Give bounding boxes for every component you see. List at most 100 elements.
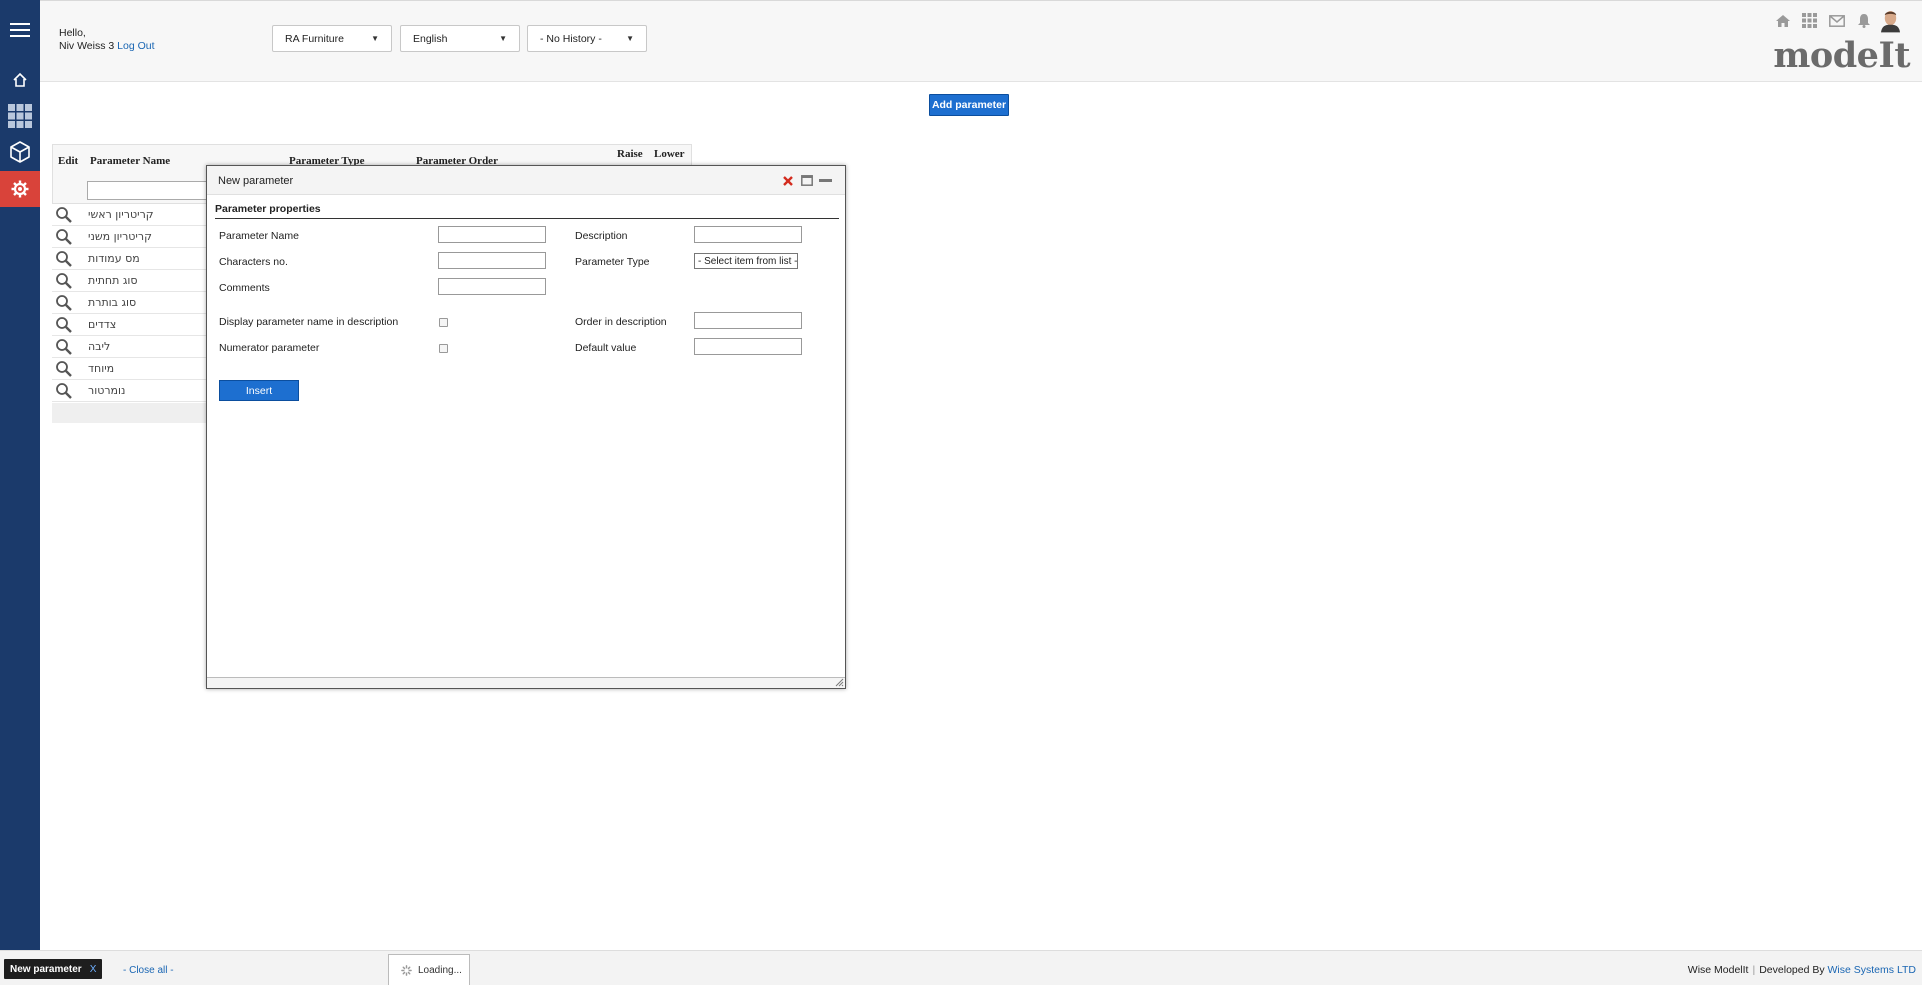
home-icon <box>1775 14 1790 27</box>
magnifier-icon[interactable] <box>54 272 74 290</box>
magnifier-icon[interactable] <box>54 360 74 378</box>
parameter-name: קריטריון ראשי <box>88 208 154 221</box>
divider: | <box>1752 964 1756 976</box>
add-parameter-button[interactable]: Add parameter <box>929 94 1009 116</box>
grid-icon <box>8 104 32 128</box>
column-header-edit[interactable]: Edit <box>58 155 78 167</box>
characters-no-label: Characters no. <box>219 256 288 268</box>
magnifier-icon[interactable] <box>54 250 74 268</box>
logout-link[interactable]: Log Out <box>117 40 154 52</box>
avatar[interactable] <box>1881 10 1900 32</box>
characters-no-input[interactable] <box>438 252 546 269</box>
greeting-text: Hello, <box>59 27 86 39</box>
dialog-minimize-button[interactable] <box>818 173 833 188</box>
grid-icon <box>1802 13 1817 28</box>
magnifier-icon[interactable] <box>54 316 74 334</box>
parameter-type-select[interactable]: - Select item from list - ▼ <box>694 253 798 269</box>
loading-text: Loading... <box>418 965 462 976</box>
default-value-label: Default value <box>575 342 637 354</box>
section-title: Parameter properties <box>215 203 839 219</box>
header: Hello, Niv Weiss 3 Log Out RA Furniture … <box>40 0 1922 82</box>
sidebar-item-settings[interactable] <box>0 171 40 207</box>
column-header-lower[interactable]: Lower <box>654 148 685 160</box>
parameter-type-select-value: - Select item from list - <box>698 255 798 267</box>
description-input[interactable] <box>694 226 802 243</box>
notifications-button[interactable] <box>1854 11 1873 30</box>
user-greeting: Hello, Niv Weiss 3 Log Out <box>59 27 155 53</box>
parameter-name-input[interactable] <box>438 226 546 243</box>
sidebar-item-home[interactable] <box>0 62 40 98</box>
language-select-value: English <box>413 32 448 45</box>
history-select-value: - No History - <box>540 32 602 45</box>
chevron-down-icon: ▼ <box>797 257 798 266</box>
home-icon <box>13 72 27 87</box>
resize-grip-icon[interactable] <box>835 678 844 687</box>
sidebar-item-models[interactable] <box>0 134 40 170</box>
chevron-down-icon: ▼ <box>371 34 379 43</box>
magnifier-icon[interactable] <box>54 338 74 356</box>
close-icon <box>782 175 793 186</box>
order-in-description-label: Order in description <box>575 316 667 328</box>
company-link[interactable]: Wise Systems LTD <box>1828 964 1916 976</box>
description-label: Description <box>575 230 628 242</box>
magnifier-icon[interactable] <box>54 228 74 246</box>
spinner-icon <box>401 965 412 976</box>
company-select-value: RA Furniture <box>285 32 344 45</box>
user-avatar-icon <box>1881 10 1900 32</box>
parameter-name: קריטריון משני <box>88 230 152 243</box>
apps-top-button[interactable] <box>1800 11 1819 30</box>
new-parameter-dialog: New parameter Parameter properties Param… <box>206 165 846 689</box>
gear-icon <box>11 180 29 198</box>
maximize-icon <box>800 175 813 186</box>
history-select[interactable]: - No History - ▼ <box>527 25 647 52</box>
dialog-maximize-button[interactable] <box>799 173 814 188</box>
language-select[interactable]: English ▼ <box>400 25 520 52</box>
dialog-status-bar <box>207 677 845 688</box>
column-header-raise[interactable]: Raise <box>617 148 643 160</box>
insert-button[interactable]: Insert <box>219 380 299 401</box>
parameter-name-filter-input[interactable] <box>87 181 207 200</box>
comments-input[interactable] <box>438 278 546 295</box>
comments-label: Comments <box>219 282 270 294</box>
dialog-close-button[interactable] <box>780 173 795 188</box>
default-value-input[interactable] <box>694 338 802 355</box>
company-select[interactable]: RA Furniture ▼ <box>272 25 392 52</box>
column-header-parameter-name[interactable]: Parameter Name <box>90 155 170 167</box>
magnifier-icon[interactable] <box>54 206 74 224</box>
chevron-down-icon: ▼ <box>499 34 507 43</box>
taskbar-item-new-parameter[interactable]: New parameter X <box>4 959 103 979</box>
bottom-bar: New parameter X - Close all - Loading...… <box>0 950 1922 985</box>
close-all-link[interactable]: - Close all - <box>123 965 174 976</box>
parameter-name: מס עמודות <box>88 252 140 265</box>
footer-credits: Wise ModelIt | Developed By Wise Systems L… <box>1688 964 1916 976</box>
parameter-name: נומרטור <box>88 384 126 397</box>
parameter-name: צדדים <box>88 318 117 331</box>
user-name: Niv Weiss 3 <box>59 40 115 52</box>
product-name: Wise ModelIt <box>1687 964 1749 976</box>
taskbar-item-close[interactable]: X <box>90 964 97 975</box>
order-in-description-input[interactable] <box>694 312 802 329</box>
display-in-description-checkbox[interactable] <box>439 318 448 327</box>
parameter-type-label: Parameter Type <box>575 256 650 268</box>
mail-icon <box>1828 14 1845 27</box>
mail-top-button[interactable] <box>1827 11 1846 30</box>
chevron-down-icon: ▼ <box>626 34 634 43</box>
dialog-title: New parameter <box>218 175 294 187</box>
dialog-title-bar[interactable]: New parameter <box>207 166 845 195</box>
home-top-button[interactable] <box>1773 11 1792 30</box>
numerator-parameter-checkbox[interactable] <box>439 344 448 353</box>
brand-logo: modeIt <box>1773 35 1910 76</box>
display-in-description-label: Display parameter name in description <box>219 316 399 328</box>
parameter-name: ליבה <box>88 340 111 353</box>
cube-icon <box>10 141 30 163</box>
parameter-name: מיוחד <box>88 362 115 375</box>
parameter-name: סוג בותרת <box>88 296 137 309</box>
top-icons <box>1773 10 1900 32</box>
numerator-parameter-label: Numerator parameter <box>219 342 320 354</box>
developed-by-text: Developed By <box>1759 964 1825 976</box>
magnifier-icon[interactable] <box>54 294 74 312</box>
bell-icon <box>1857 14 1870 28</box>
hamburger-menu-button[interactable] <box>0 12 40 48</box>
sidebar-item-apps[interactable] <box>0 98 40 134</box>
magnifier-icon[interactable] <box>54 382 74 400</box>
